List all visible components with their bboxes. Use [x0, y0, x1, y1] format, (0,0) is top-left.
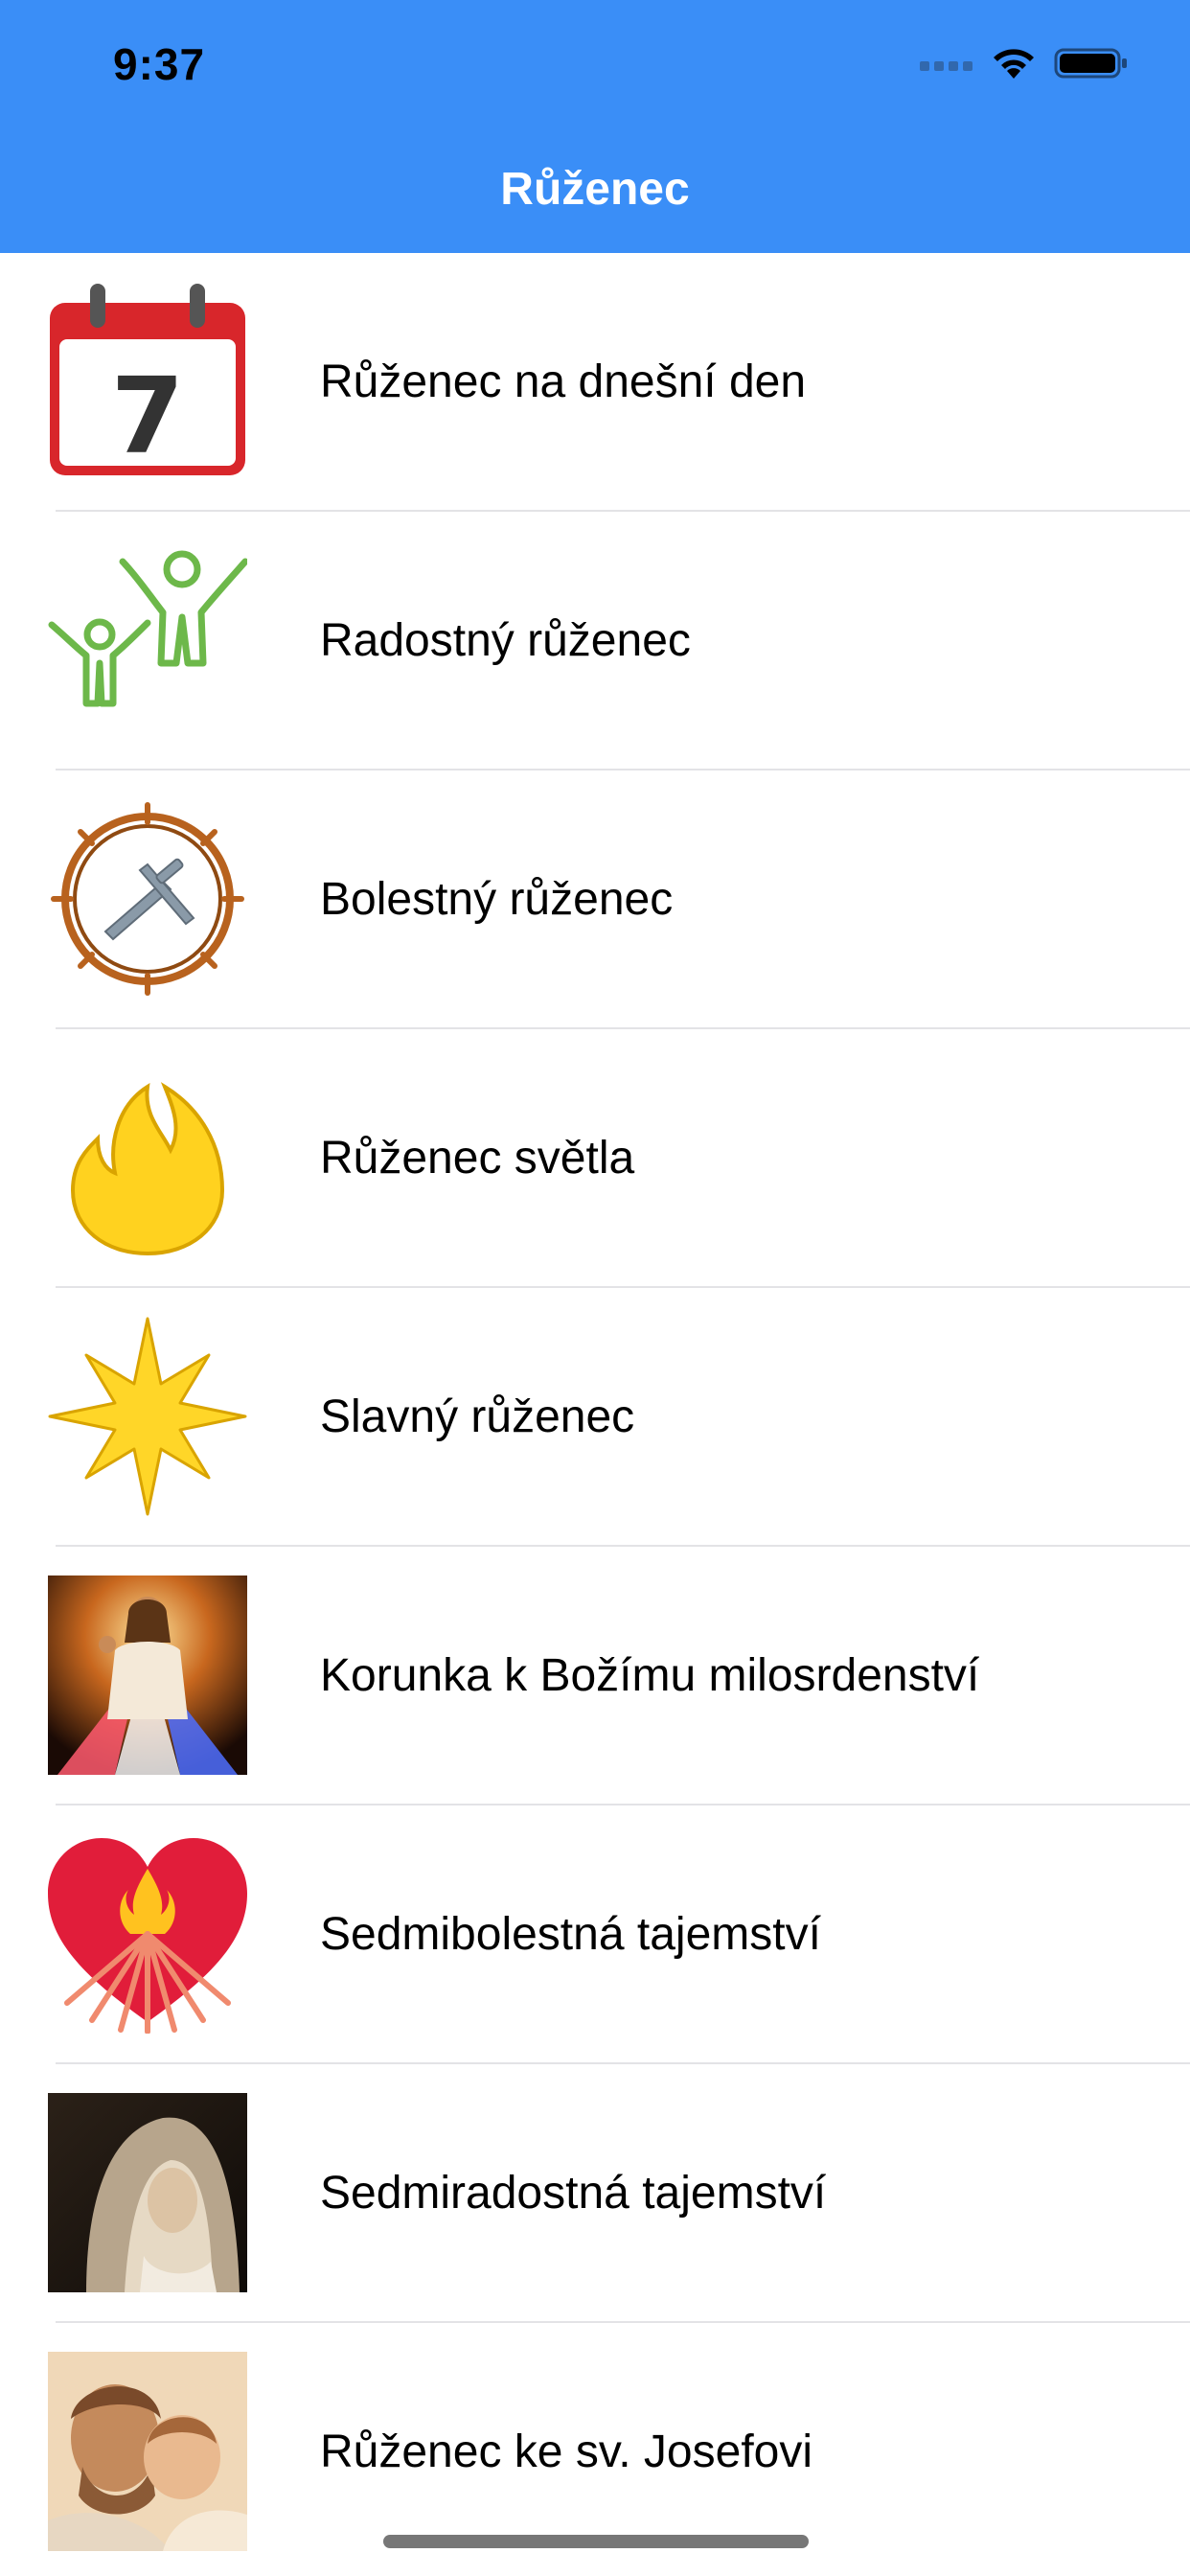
list-item-light-rosary[interactable]: Růženec světla: [0, 1029, 1190, 1288]
status-icons: [920, 44, 1129, 82]
flame-icon: [70, 1082, 225, 1256]
list-item-divine-mercy-chaplet[interactable]: Korunka k Božímu milosrdenství: [0, 1547, 1190, 1806]
navigation-header: 9:37 Růženec: [0, 0, 1190, 253]
list-item-label: Bolestný růženec: [320, 874, 674, 925]
calendar-day: 7: [111, 355, 185, 477]
battery-icon: [1054, 48, 1127, 79]
joyful-figures-icon: [48, 550, 247, 707]
crown-of-thorns-icon: [51, 802, 244, 996]
list-item-joyful-rosary[interactable]: Radostný růženec: [0, 512, 1190, 770]
page-title: Růženec: [500, 164, 690, 215]
sorrowful-heart-icon: [48, 1838, 247, 2034]
list-item-seven-sorrows[interactable]: Sedmibolestná tajemství: [0, 1806, 1190, 2064]
divine-mercy-image: [48, 1576, 247, 1775]
home-indicator[interactable]: [383, 2535, 809, 2548]
list-item-label: Korunka k Božímu milosrdenství: [320, 1650, 980, 1701]
list-item-seven-joys[interactable]: Sedmiradostná tajemství: [0, 2064, 1190, 2323]
list-item-label: Sedmibolestná tajemství: [320, 1909, 821, 1960]
status-time: 9:37: [113, 39, 206, 89]
calendar-icon: 7: [50, 284, 245, 477]
list-item-label: Sedmiradostná tajemství: [320, 2168, 827, 2219]
list-item-label: Růženec světla: [320, 1133, 635, 1184]
list-item-label: Slavný růženec: [320, 1392, 635, 1442]
list-item-sorrowful-rosary[interactable]: Bolestný růženec: [0, 770, 1190, 1029]
saint-joseph-image: [48, 2352, 247, 2551]
rosary-list: 7 Růženec na dnešní den Radostný růženec: [0, 253, 1190, 2576]
wifi-icon: [994, 49, 1034, 79]
list-item-glorious-rosary[interactable]: Slavný růženec: [0, 1288, 1190, 1547]
list-item-label: Radostný růženec: [320, 615, 691, 666]
list-item-label: Růženec na dnešní den: [320, 356, 807, 407]
cellular-signal-icon: [920, 61, 973, 71]
list-item-today-rosary[interactable]: 7 Růženec na dnešní den: [0, 253, 1190, 512]
mary-image: [48, 2093, 247, 2292]
star-icon: [48, 1317, 247, 1516]
